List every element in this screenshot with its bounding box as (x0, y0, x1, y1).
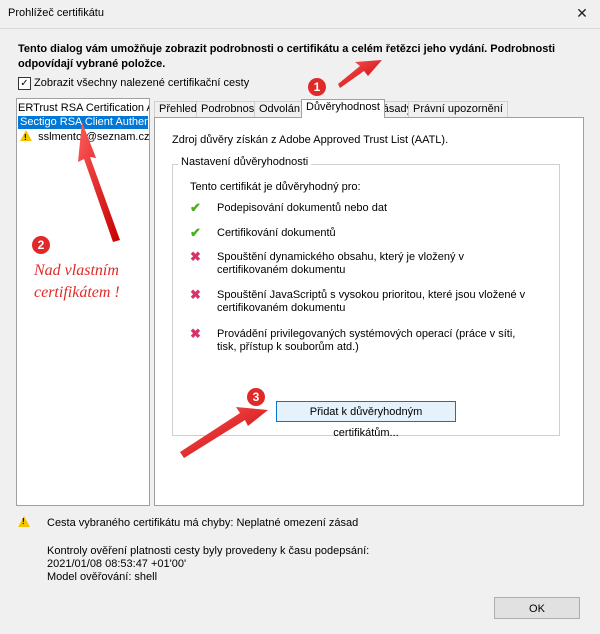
tab-label: Důvěryhodnost (306, 101, 380, 113)
annotation-arrow-1 (338, 60, 382, 88)
annotation-text-line: certifikátem ! (34, 284, 120, 301)
annotation-badge-2: 2 (32, 236, 50, 254)
tab-trust[interactable]: Důvěryhodnost (301, 99, 385, 118)
annotation-text-line: Nad vlastním (34, 262, 119, 279)
annotation-arrow-3 (180, 407, 268, 458)
annotation-badge-1: 1 (308, 78, 326, 96)
annotation-text: Nad vlastním certifikátem ! (34, 260, 120, 304)
annotation-arrows (78, 60, 382, 458)
annotation-badge-3: 3 (247, 388, 265, 406)
annotation-arrow-2 (78, 122, 120, 242)
